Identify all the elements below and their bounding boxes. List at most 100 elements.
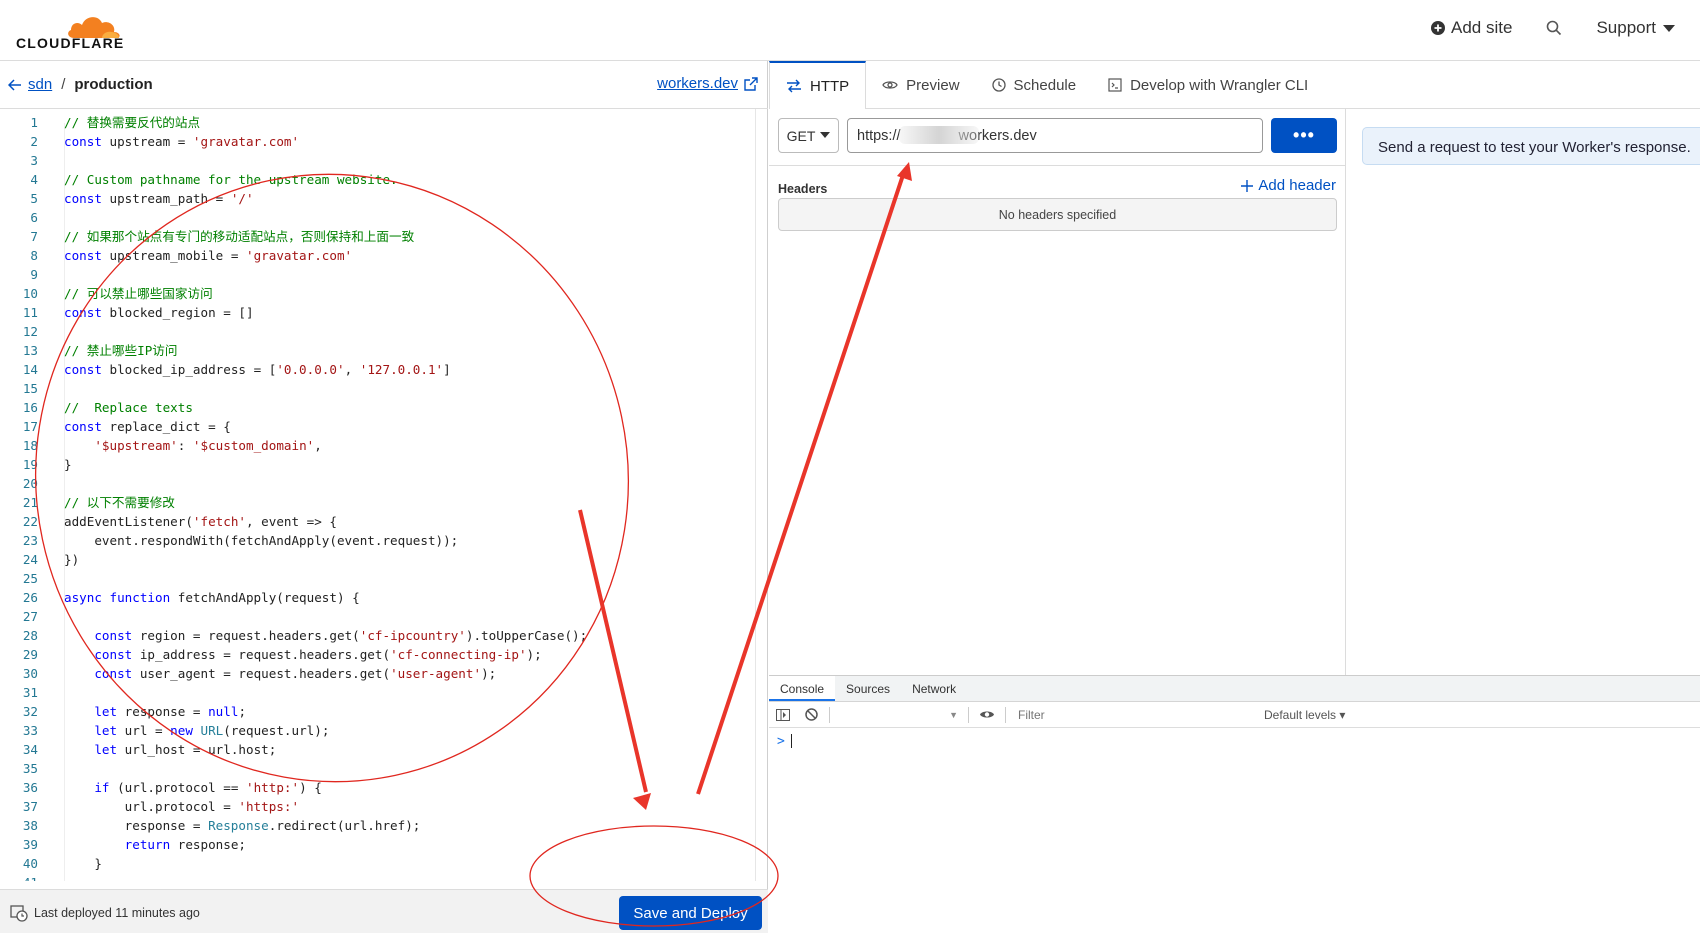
code-line[interactable]: 39 return response; bbox=[0, 835, 760, 854]
code-line[interactable]: 16 // Replace texts bbox=[0, 398, 760, 417]
line-number: 34 bbox=[22, 742, 38, 757]
tab-preview[interactable]: Preview bbox=[866, 61, 975, 109]
code-line[interactable]: 38 response = Response.redirect(url.href… bbox=[0, 816, 760, 835]
line-number: 32 bbox=[22, 704, 38, 719]
add-site-button[interactable]: Add site bbox=[1431, 18, 1512, 38]
line-number: 19 bbox=[22, 457, 38, 472]
line-number: 9 bbox=[30, 267, 38, 282]
tab-http[interactable]: HTTP bbox=[769, 61, 867, 109]
devtools-tab-sources[interactable]: Sources bbox=[835, 676, 901, 701]
save-and-deploy-button[interactable]: Save and Deploy bbox=[619, 896, 762, 930]
http-method-select[interactable]: GET bbox=[778, 118, 839, 153]
code-line[interactable]: 40 } bbox=[0, 854, 760, 873]
eye-icon bbox=[882, 81, 898, 89]
add-header-button[interactable]: Add header bbox=[1241, 177, 1336, 194]
code-line[interactable]: 9 bbox=[0, 265, 760, 284]
code-line[interactable]: 25 bbox=[0, 569, 760, 588]
caret-down-icon bbox=[1663, 25, 1675, 32]
line-number: 37 bbox=[22, 799, 38, 814]
code-line[interactable]: 32 let response = null; bbox=[0, 702, 760, 721]
sidebar-toggle-icon[interactable] bbox=[769, 708, 797, 721]
code-text: const user_agent = request.headers.get('… bbox=[94, 666, 497, 681]
live-expression-eye-icon[interactable] bbox=[973, 709, 1001, 720]
code-line[interactable]: 4 // Custom pathname for the upstream web… bbox=[0, 170, 760, 189]
workers-dev-link[interactable]: workers.dev bbox=[657, 75, 758, 92]
no-headers-placeholder: No headers specified bbox=[778, 198, 1337, 231]
code-text: response = Response.redirect(url.href); bbox=[64, 818, 421, 833]
response-hint: Send a request to test your Worker's res… bbox=[1362, 127, 1700, 165]
code-text: // Replace texts bbox=[64, 400, 193, 415]
code-line[interactable]: 29 const ip_address = request.headers.ge… bbox=[0, 645, 760, 664]
code-line[interactable]: 15 bbox=[0, 379, 760, 398]
code-line[interactable]: 36 if (url.protocol == 'http:') { bbox=[0, 778, 760, 797]
code-text: // Custom pathname for the upstream webs… bbox=[64, 172, 398, 187]
code-line[interactable]: 3 bbox=[0, 151, 760, 170]
line-number: 8 bbox=[30, 248, 38, 263]
code-line[interactable]: 1 // 替换需要反代的站点 bbox=[0, 113, 760, 132]
url-prefix: https:// bbox=[857, 127, 901, 144]
code-line[interactable]: 31 bbox=[0, 683, 760, 702]
code-text: // 如果那个站点有专门的移动适配站点，否则保持和上面一致 bbox=[64, 229, 415, 244]
code-line[interactable]: 26 async function fetchAndApply(request) … bbox=[0, 588, 760, 607]
deploy-status-text: Last deployed 11 minutes ago bbox=[34, 906, 200, 920]
code-line[interactable]: 18 '$upstream': '$custom_domain', bbox=[0, 436, 760, 455]
code-line[interactable]: 23 event.respondWith(fetchAndApply(event… bbox=[0, 531, 760, 550]
code-line[interactable]: 11 const blocked_region = [] bbox=[0, 303, 760, 322]
search-button[interactable] bbox=[1546, 20, 1562, 36]
devtools-tab-network[interactable]: Network bbox=[901, 676, 967, 701]
code-line[interactable]: 24}) bbox=[0, 550, 760, 569]
context-selector[interactable]: ▼ bbox=[834, 706, 964, 724]
tab-wrangler-cli[interactable]: Develop with Wrangler CLI bbox=[1092, 61, 1324, 109]
cloudflare-logo[interactable]: CLOUDFLARE bbox=[16, 8, 126, 51]
code-line[interactable]: 14 const blocked_ip_address = ['0.0.0.0',… bbox=[0, 360, 760, 379]
breadcrumb-parent-link[interactable]: sdn bbox=[28, 76, 52, 93]
tab-schedule[interactable]: Schedule bbox=[976, 61, 1093, 109]
code-line[interactable]: 8 const upstream_mobile = 'gravatar.com' bbox=[0, 246, 760, 265]
code-line[interactable]: 5 const upstream_path = '/' bbox=[0, 189, 760, 208]
code-line[interactable]: 10 // 可以禁止哪些国家访问 bbox=[0, 284, 760, 303]
default-levels-dropdown[interactable]: Default levels ▾ bbox=[1264, 708, 1345, 722]
line-number: 41 bbox=[0, 873, 38, 881]
code-text: let response = null; bbox=[94, 704, 247, 719]
devtools-tab-console[interactable]: Console bbox=[769, 676, 836, 701]
arrow-left-icon[interactable] bbox=[8, 78, 22, 91]
code-line[interactable]: 6 bbox=[0, 208, 760, 227]
code-line[interactable]: 28 const region = request.headers.get('c… bbox=[0, 626, 760, 645]
code-line[interactable]: 33 let url = new URL(request.url); bbox=[0, 721, 760, 740]
code-line[interactable]: 21 // 以下不需要修改 bbox=[0, 493, 760, 512]
code-line[interactable]: 2 const upstream = 'gravatar.com' bbox=[0, 132, 760, 151]
code-line[interactable]: 12 bbox=[0, 322, 760, 341]
editor-pane: sdn / production workers.dev 1 // 替换需要反代的… bbox=[0, 61, 768, 933]
code-line[interactable]: 30 const user_agent = request.headers.ge… bbox=[0, 664, 760, 683]
caret-down-icon bbox=[820, 132, 831, 138]
request-divider bbox=[769, 165, 1346, 166]
http-method-value: GET bbox=[786, 127, 816, 144]
line-number: 25 bbox=[22, 571, 38, 586]
support-dropdown[interactable]: Support bbox=[1596, 18, 1676, 38]
top-navigation-bar: CLOUDFLARE Add site Support bbox=[0, 0, 1700, 61]
preview-pane: HTTP Preview Schedule Develop with Wrang… bbox=[769, 61, 1700, 933]
code-line[interactable]: 22 addEventListener('fetch', event => { bbox=[0, 512, 760, 531]
code-line[interactable]: 41 bbox=[0, 873, 760, 881]
code-text: '$upstream': '$custom_domain', bbox=[94, 438, 322, 453]
code-line[interactable]: 13 // 禁止哪些IP访问 bbox=[0, 341, 760, 360]
headers-title: Headers bbox=[778, 182, 828, 196]
line-number: 21 bbox=[22, 495, 38, 510]
code-line[interactable]: 17 const replace_dict = { bbox=[0, 417, 760, 436]
send-request-button[interactable]: ••• bbox=[1271, 118, 1337, 153]
code-line[interactable]: 35 bbox=[0, 759, 760, 778]
code-line[interactable]: 19} bbox=[0, 455, 760, 474]
code-line[interactable]: 7 // 如果那个站点有专门的移动适配站点，否则保持和上面一致 bbox=[0, 227, 760, 246]
clear-console-icon[interactable] bbox=[797, 708, 825, 721]
code-line[interactable]: 20 bbox=[0, 474, 760, 493]
code-line[interactable]: 37 url.protocol = 'https:' bbox=[0, 797, 760, 816]
breadcrumb: sdn / production workers.dev bbox=[0, 61, 768, 109]
code-line[interactable]: 27 bbox=[0, 607, 760, 626]
code-line[interactable]: 34 let url_host = url.host; bbox=[0, 740, 760, 759]
breadcrumb-current: production bbox=[74, 76, 153, 93]
console-filter-input[interactable] bbox=[1010, 705, 1260, 724]
deploy-status: Last deployed 11 minutes ago bbox=[10, 904, 200, 922]
support-label: Support bbox=[1596, 18, 1656, 37]
console-input-caret[interactable] bbox=[791, 734, 792, 748]
code-editor[interactable]: 1 // 替换需要反代的站点 2 const upstream = 'gravatar… bbox=[0, 109, 768, 881]
